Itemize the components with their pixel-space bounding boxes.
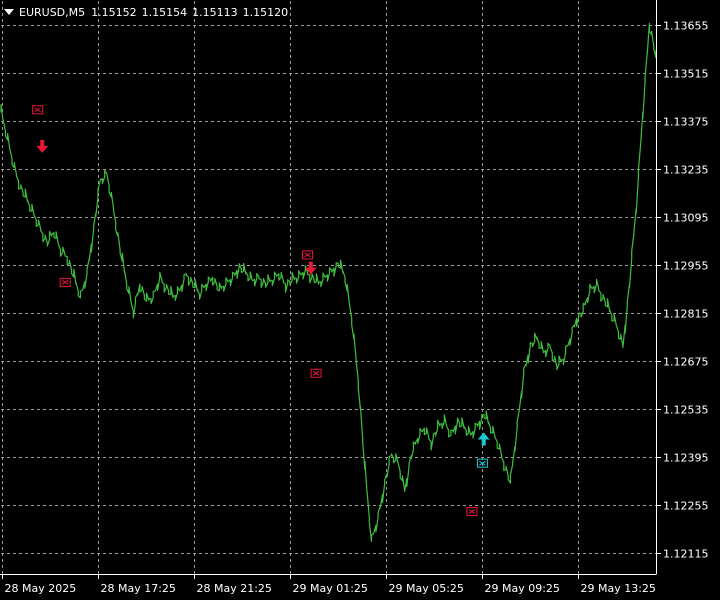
x-tick-label: 29 May 13:25 <box>581 582 656 595</box>
y-tick-label: 1.12675 <box>663 356 709 369</box>
high-price: 1.15154 <box>141 5 188 19</box>
x-tick-label: 29 May 05:25 <box>389 582 464 595</box>
chart-background <box>0 0 720 600</box>
price-chart[interactable]: 1.13655 1.13515 1.13375 1.13235 1.13095 1.129… <box>0 0 720 600</box>
y-tick-label: 1.12395 <box>663 452 709 465</box>
symbol-timeframe: EURUSD,M5 <box>19 5 86 19</box>
y-tick-label: 1.13235 <box>663 164 709 177</box>
y-tick-label: 1.12815 <box>663 308 709 321</box>
x-tick-label: 28 May 2025 <box>5 582 77 595</box>
y-tick-label: 1.12955 <box>663 260 709 273</box>
x-tick-label: 29 May 09:25 <box>485 582 560 595</box>
close-price: 1.15120 <box>242 5 289 19</box>
symbol-info-bar: EURUSD,M5 1.15152 1.15154 1.15113 1.1512… <box>4 4 293 20</box>
x-tick-label: 28 May 17:25 <box>101 582 176 595</box>
chart-canvas[interactable]: 1.13655 1.13515 1.13375 1.13235 1.13095 1.129… <box>0 0 720 600</box>
y-tick-label: 1.12115 <box>663 548 709 561</box>
low-price: 1.15113 <box>192 5 238 19</box>
y-tick-label: 1.13655 <box>663 20 709 33</box>
open-price: 1.15152 <box>91 5 137 19</box>
dropdown-triangle-icon[interactable] <box>4 9 14 15</box>
x-tick-label: 28 May 21:25 <box>197 582 272 595</box>
y-tick-label: 1.12535 <box>663 404 709 417</box>
x-tick-label: 29 May 01:25 <box>293 582 368 595</box>
y-tick-label: 1.13095 <box>663 212 709 225</box>
y-tick-label: 1.13515 <box>663 68 709 81</box>
y-tick-label: 1.12255 <box>663 500 709 513</box>
y-tick-label: 1.13375 <box>663 116 709 129</box>
